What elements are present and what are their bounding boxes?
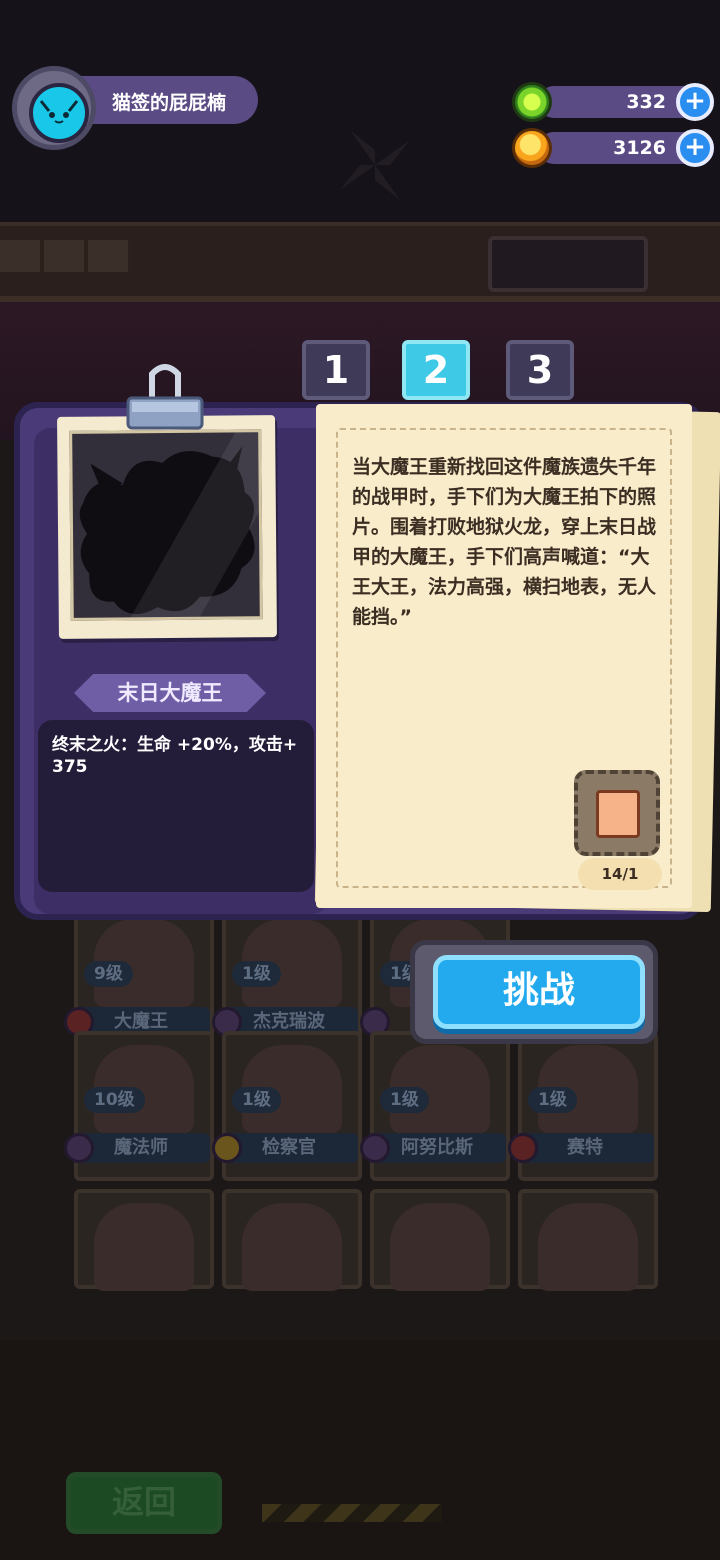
add-coins-button[interactable]: + [676,129,714,167]
background-shelf [0,222,720,302]
gem-currency: 332 + [512,82,714,122]
gem-icon [512,82,552,122]
character-name-banner: 末日大魔王 [74,674,266,712]
hero-badge-icon [508,1133,538,1163]
hero-card[interactable] [74,1189,214,1291]
avatar[interactable] [29,83,89,143]
fan-decoration-icon [340,130,410,200]
hero-level: 10级 [84,1087,145,1113]
game-screen: 猫签的屁屁楠 332 + 3126 + 1 2 3 9级 大魔王 1级 杰克瑞波 [0,0,720,1560]
hero-badge-icon [64,1133,94,1163]
tab-3[interactable]: 3 [506,340,574,400]
character-photo [57,415,277,639]
hero-card[interactable]: 1级 阿努比斯 [360,1031,510,1181]
fragment-item-slot[interactable] [574,770,660,856]
hazard-strip [262,1504,442,1522]
hero-level: 9级 [84,961,133,987]
challenge-button[interactable]: 挑战 [433,955,645,1029]
hero-level: 1级 [232,961,281,987]
skill-box: 终末之火：生命 +20%，攻击+ 375 [38,720,314,892]
binder-clip-icon [126,364,204,430]
coin-amount: 3126 [613,137,666,159]
hero-level: 1级 [380,1087,429,1113]
story-paper: 当大魔王重新找回这件魔族遗失千年的战甲时，手下们为大魔王拍下的照片。围着打败地狱… [316,404,692,908]
avatar-frame [12,66,96,150]
character-fragment-icon [596,790,640,838]
add-gems-button[interactable]: + [676,83,714,121]
back-button[interactable]: 返回 [66,1472,222,1534]
player-name: 猫签的屁屁楠 [112,92,227,114]
cat-face-icon [39,100,79,124]
challenge-button-frame: 挑战 [410,940,658,1044]
hero-badge-icon [212,1133,242,1163]
hero-card[interactable]: 1级 赛特 [508,1031,658,1181]
skill-description: 终末之火：生命 +20%，攻击+ 375 [52,735,298,777]
hero-level: 1级 [528,1087,577,1113]
tab-2[interactable]: 2 [402,340,470,400]
hero-badge-icon [360,1133,390,1163]
hero-level: 1级 [232,1087,281,1113]
coin-currency: 3126 + [512,128,714,168]
gem-amount: 332 [626,91,666,113]
coin-icon [512,128,552,168]
hero-card[interactable] [370,1189,510,1291]
tab-1[interactable]: 1 [302,340,370,400]
hero-card[interactable]: 1级 检察官 [212,1031,362,1181]
character-name: 末日大魔王 [117,681,223,705]
hero-card[interactable] [222,1189,362,1291]
fragment-count: 14/1 [578,858,662,890]
hero-card[interactable]: 10级 魔法师 [64,1031,214,1181]
story-text: 当大魔王重新找回这件魔族遗失千年的战甲时，手下们为大魔王拍下的照片。围着打败地狱… [352,456,657,628]
hero-card[interactable] [518,1189,658,1291]
